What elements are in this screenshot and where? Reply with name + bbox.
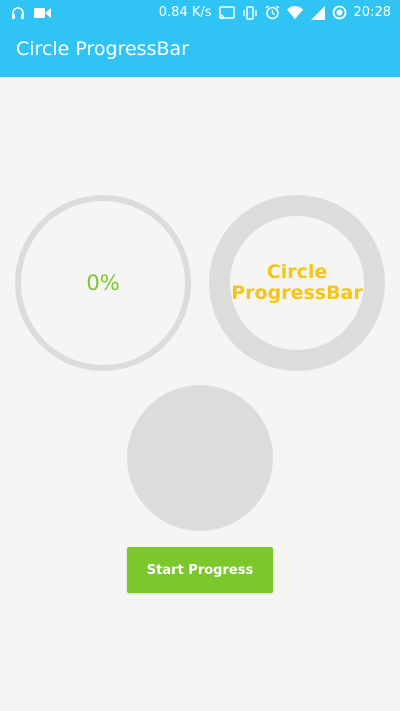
cast-icon [218, 5, 235, 20]
circle-progress-bar: 0% [15, 195, 191, 371]
wifi-icon [286, 6, 303, 19]
signal-icon [310, 5, 325, 20]
app-title: Circle ProgressBar [16, 38, 189, 60]
alarm-icon [265, 5, 280, 20]
circle-dot-icon [332, 5, 347, 20]
status-bar-right: 0.84 K/s 20:28 [159, 0, 391, 25]
filled-circle-progress [127, 385, 273, 531]
status-bar-left-icons [10, 3, 51, 22]
status-bar: 0.84 K/s 20:28 [0, 0, 400, 25]
headset-icon [10, 5, 26, 21]
start-progress-button[interactable]: Start Progress [127, 547, 273, 593]
vibrate-icon [242, 5, 258, 20]
progress-percent-text: 0% [86, 271, 120, 295]
status-time: 20:28 [353, 5, 391, 20]
circle-progress-label: Circle ProgressBar [231, 261, 363, 304]
circle-progress-bar-labeled: Circle ProgressBar [209, 195, 385, 371]
video-camera-icon [34, 7, 51, 19]
network-speed-text: 0.84 K/s [158, 5, 212, 20]
app-bar: Circle ProgressBar [0, 25, 400, 77]
